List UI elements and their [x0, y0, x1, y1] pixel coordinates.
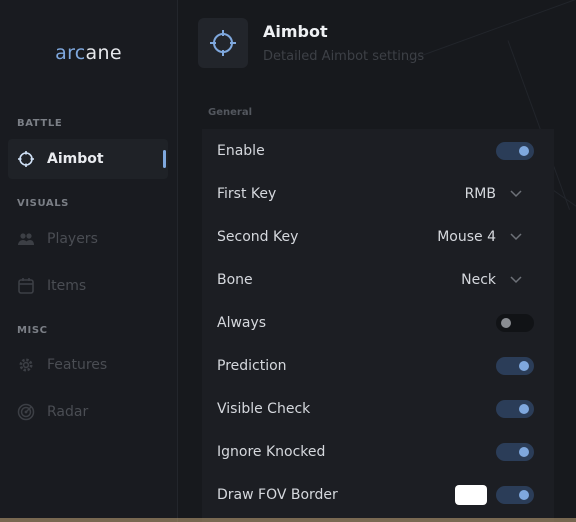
section-title-misc: MISC: [17, 325, 48, 336]
ignore-knocked-toggle[interactable]: [496, 442, 534, 461]
main-content: Aimbot Detailed Aimbot settings General …: [178, 0, 576, 522]
chevron-down-icon: [510, 188, 522, 200]
setting-row-second-key: Second Key Mouse 4: [202, 215, 554, 258]
settings-panel: Enable First Key RMB Second Key Mouse 4 …: [202, 129, 554, 522]
toggle-knob: [519, 403, 529, 414]
page-subtitle: Detailed Aimbot settings: [263, 49, 425, 64]
toggle-knob: [519, 360, 529, 371]
sidebar-item-items[interactable]: Items: [8, 266, 168, 306]
setting-row-enable: Enable: [202, 129, 554, 172]
select-value: Mouse 4: [437, 228, 496, 245]
sidebar-item-label: Features: [47, 357, 108, 373]
toggle-knob: [501, 317, 511, 328]
setting-row-draw-fov-border: Draw FOV Border: [202, 473, 554, 516]
sidebar-item-label: Items: [47, 278, 87, 294]
setting-label: Bone: [217, 271, 253, 288]
sidebar-item-label: Aimbot: [47, 151, 104, 167]
page-title: Aimbot: [263, 22, 328, 41]
chevron-down-icon: [510, 274, 522, 286]
always-toggle[interactable]: [496, 313, 534, 332]
prediction-toggle[interactable]: [496, 356, 534, 375]
select-value: Neck: [461, 271, 496, 288]
radar-icon: [17, 403, 35, 421]
app-logo: arcane: [55, 42, 122, 64]
sidebar-item-features[interactable]: Features: [8, 345, 168, 385]
page-icon: [198, 18, 248, 68]
background-line: [407, 0, 576, 61]
enable-toggle[interactable]: [496, 141, 534, 160]
fov-border-color-picker[interactable]: [455, 484, 487, 505]
window-bottom-edge: [0, 518, 576, 522]
select-value: RMB: [464, 185, 496, 202]
toggle-knob: [519, 446, 529, 457]
setting-label: Always: [217, 314, 267, 331]
sidebar-item-label: Radar: [47, 404, 89, 420]
group-label: General: [208, 107, 252, 118]
setting-row-prediction: Prediction: [202, 344, 554, 387]
first-key-select[interactable]: RMB: [465, 186, 522, 202]
toggle-knob: [519, 489, 529, 500]
crosshair-icon: [17, 150, 35, 168]
setting-label: Enable: [217, 142, 265, 159]
sidebar-item-label: Players: [47, 231, 98, 247]
section-title-battle: BATTLE: [17, 118, 63, 129]
setting-label: Visible Check: [217, 400, 311, 417]
second-key-select[interactable]: Mouse 4: [437, 229, 522, 245]
toggle-knob: [519, 145, 529, 156]
setting-label: Draw FOV Border: [217, 486, 338, 503]
setting-row-bone: Bone Neck: [202, 258, 554, 301]
sidebar-item-radar[interactable]: Radar: [8, 392, 168, 432]
sidebar-item-players[interactable]: Players: [8, 219, 168, 259]
crosshair-icon: [210, 30, 236, 56]
setting-row-visible-check: Visible Check: [202, 387, 554, 430]
sidebar-item-aimbot[interactable]: Aimbot: [8, 139, 168, 179]
visible-check-toggle[interactable]: [496, 399, 534, 418]
setting-row-first-key: First Key RMB: [202, 172, 554, 215]
sidebar: arcane BATTLE Aimbot VISUALS Players Ite…: [0, 0, 178, 522]
players-icon: [17, 230, 35, 248]
section-title-visuals: VISUALS: [17, 198, 69, 209]
setting-label: Ignore Knocked: [217, 443, 326, 460]
bone-select[interactable]: Neck: [461, 272, 522, 288]
gear-icon: [17, 356, 35, 374]
active-indicator: [163, 150, 166, 168]
setting-label: Prediction: [217, 357, 287, 374]
setting-row-always: Always: [202, 301, 554, 344]
chevron-down-icon: [510, 231, 522, 243]
setting-label: Second Key: [217, 228, 299, 245]
setting-label: First Key: [217, 185, 277, 202]
setting-row-ignore-knocked: Ignore Knocked: [202, 430, 554, 473]
items-icon: [17, 277, 35, 295]
draw-fov-border-toggle[interactable]: [496, 485, 534, 504]
